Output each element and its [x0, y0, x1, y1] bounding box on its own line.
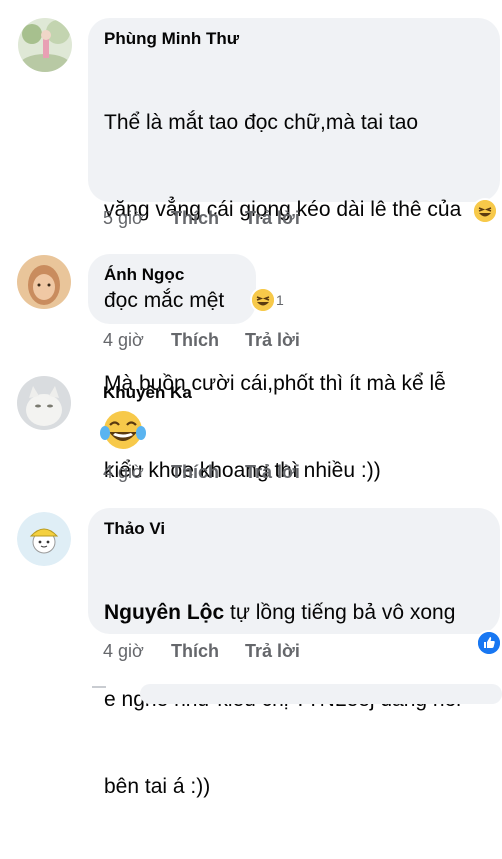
timestamp[interactable]: 5 giờ — [103, 208, 171, 229]
comment-actions: 4 giờ Thích Trả lời — [103, 462, 300, 483]
commenter-name[interactable]: Phùng Minh Thư — [104, 28, 484, 50]
like-button[interactable]: Thích — [171, 462, 245, 483]
like-button[interactable]: Thích — [171, 330, 245, 351]
comment-actions: 5 giờ Thích Trả lời — [103, 208, 300, 229]
reaction-badge[interactable]: 1 — [252, 289, 284, 311]
reply-button[interactable]: Trả lời — [245, 208, 300, 229]
next-comment-bubble-partial — [140, 684, 502, 704]
commenter-name[interactable]: Ánh Ngọc — [104, 264, 240, 286]
timestamp[interactable]: 4 giờ — [103, 462, 171, 483]
avatar[interactable] — [17, 255, 71, 309]
like-button[interactable]: Thích — [171, 208, 245, 229]
comment-bubble: Ánh Ngọc đọc mắc mệt — [88, 254, 256, 324]
commenter-name[interactable]: Khuyên Ka — [103, 382, 192, 404]
reaction-badge[interactable] — [474, 200, 496, 222]
like-icon — [478, 632, 500, 654]
laughing-tears-emoji — [100, 410, 146, 452]
timestamp[interactable]: 4 giờ — [103, 641, 171, 662]
comment-bubble: Phùng Minh Thư Thể là mắt tao đọc chữ,mà… — [88, 18, 500, 482]
reaction-count: 1 — [276, 292, 284, 308]
haha-icon — [252, 289, 274, 311]
comment-actions: 4 giờ Thích Trả lời — [103, 330, 300, 351]
avatar[interactable] — [17, 376, 71, 430]
reply-button[interactable]: Trả lời — [245, 462, 300, 483]
comment-bubble: Thảo Vi Nguyên Lộc tự lồng tiếng bả vô x… — [88, 508, 500, 798]
reply-button[interactable]: Trả lời — [245, 641, 300, 662]
reply-button[interactable]: Trả lời — [245, 330, 300, 351]
like-button[interactable]: Thích — [171, 641, 245, 662]
comment-actions: 4 giờ Thích Trả lời — [103, 641, 300, 662]
mention-link[interactable]: Nguyên Lộc — [104, 601, 224, 624]
avatar[interactable] — [18, 18, 72, 72]
comment-text: đọc mắc mệt — [104, 289, 225, 312]
haha-icon — [474, 200, 496, 222]
timestamp[interactable]: 4 giờ — [103, 330, 171, 351]
reaction-badge[interactable] — [478, 632, 500, 654]
commenter-name[interactable]: Thảo Vi — [104, 518, 484, 540]
avatar[interactable] — [17, 512, 71, 566]
